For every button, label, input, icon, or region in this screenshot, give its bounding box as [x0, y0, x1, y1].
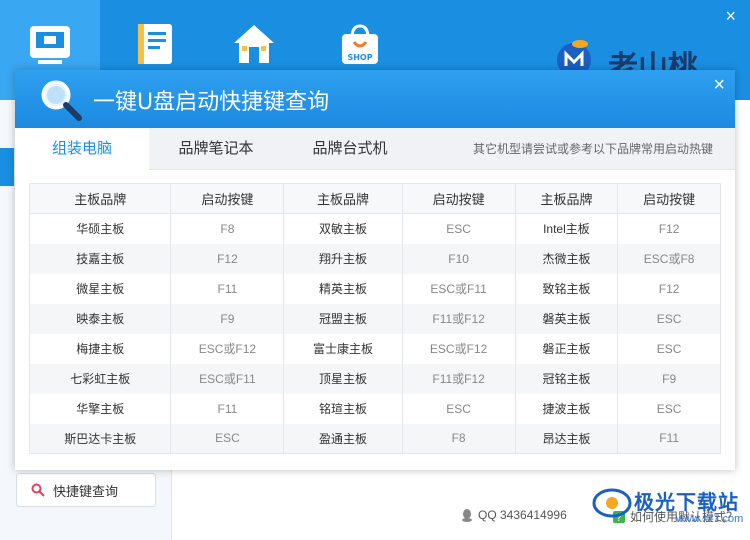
board-brand-cell: 致铭主板	[515, 273, 619, 304]
board-brand-cell: 捷波主板	[515, 393, 619, 424]
watermark: 极光下载站 www.xz7.com	[592, 486, 743, 525]
boot-key-cell: F11	[170, 273, 285, 304]
board-brand-cell: 盈通主板	[283, 423, 403, 454]
qq-penguin-icon	[462, 509, 472, 522]
boot-key-cell: F11	[617, 423, 721, 454]
qq-number: QQ 3436414996	[478, 508, 567, 522]
boot-key-cell: F12	[170, 243, 285, 274]
boot-key-cell: ESC或F11	[170, 363, 285, 394]
boot-key-cell: F9	[170, 303, 285, 334]
column-header: 主板品牌	[283, 183, 403, 214]
dialog-title: 一键U盘启动快捷键查询	[93, 90, 330, 115]
table-row: 映泰主板 F9 冠盟主板 F11或F12 磐英主板 ESC	[29, 303, 721, 334]
app-close-button[interactable]: ×	[725, 6, 736, 27]
board-brand-cell: 磐正主板	[515, 333, 619, 364]
board-brand-cell: 铭瑄主板	[283, 393, 403, 424]
column-header: 启动按键	[170, 183, 285, 214]
board-brand-cell: 七彩虹主板	[29, 363, 172, 394]
shop-icon[interactable]: SHOP	[338, 22, 382, 66]
board-brand-cell: 华擎主板	[29, 393, 172, 424]
tab-bar: 组装电脑 品牌笔记本 品牌台式机 其它机型请尝试或参考以下品牌常用启动热键	[15, 128, 735, 171]
table-row: 技嘉主板 F12 翔升主板 F10 杰微主板 ESC或F8	[29, 243, 721, 274]
book-icon[interactable]	[134, 22, 178, 66]
boot-key-cell: F12	[617, 213, 721, 244]
home-icon[interactable]	[232, 22, 276, 66]
sidebar-active-marker	[0, 148, 14, 186]
boot-key-cell: F11	[170, 393, 285, 424]
table-row: 斯巴达卡主板 ESC 盈通主板 F8 昂达主板 F11	[29, 423, 721, 454]
hotkey-table: 主板品牌 启动按键 主板品牌 启动按键 主板品牌 启动按键 华硕主板 F8 双敏…	[29, 183, 721, 454]
watermark-logo-icon	[592, 488, 632, 518]
boot-key-cell: F9	[617, 363, 721, 394]
tab-assembled-pc[interactable]: 组装电脑	[15, 128, 149, 171]
quick-key-lookup-label: 快捷键查询	[53, 483, 119, 499]
board-brand-cell: 冠盟主板	[283, 303, 403, 334]
tab-brand-desktop[interactable]: 品牌台式机	[283, 128, 417, 170]
column-header: 主板品牌	[29, 183, 172, 214]
table-row: 七彩虹主板 ESC或F11 顶星主板 F11或F12 冠铭主板 F9	[29, 363, 721, 394]
board-brand-cell: 双敏主板	[283, 213, 403, 244]
dialog-header: 一键U盘启动快捷键查询 ×	[15, 70, 735, 128]
boot-key-cell: F11或F12	[402, 363, 516, 394]
table-row: 华擎主板 F11 铭瑄主板 ESC 捷波主板 ESC	[29, 393, 721, 424]
boot-key-cell: ESC	[617, 303, 721, 334]
board-brand-cell: 斯巴达卡主板	[29, 423, 172, 454]
board-brand-cell: 杰微主板	[515, 243, 619, 274]
board-brand-cell: 顶星主板	[283, 363, 403, 394]
computer-icon[interactable]	[28, 22, 72, 66]
board-brand-cell: 冠铭主板	[515, 363, 619, 394]
board-brand-cell: 翔升主板	[283, 243, 403, 274]
table-row: 华硕主板 F8 双敏主板 ESC Intel主板 F12	[29, 213, 721, 244]
tab-hint: 其它机型请尝试或参考以下品牌常用启动热键	[472, 142, 713, 156]
shop-label: SHOP	[347, 53, 372, 62]
hotkey-lookup-dialog: 一键U盘启动快捷键查询 × 组装电脑 品牌笔记本 品牌台式机 其它机型请尝试或参…	[15, 70, 735, 470]
boot-key-cell: ESC或F8	[617, 243, 721, 274]
boot-key-cell: ESC	[617, 393, 721, 424]
board-brand-cell: 磐英主板	[515, 303, 619, 334]
search-icon	[31, 483, 45, 497]
boot-key-cell: F11或F12	[402, 303, 516, 334]
boot-key-cell: F10	[402, 243, 516, 274]
table-row: 微星主板 F11 精英主板 ESC或F11 致铭主板 F12	[29, 273, 721, 304]
board-brand-cell: Intel主板	[515, 213, 619, 244]
boot-key-cell: ESC	[617, 333, 721, 364]
boot-key-cell: ESC	[402, 393, 516, 424]
magnifier-icon	[41, 80, 82, 121]
board-brand-cell: 华硕主板	[29, 213, 172, 244]
boot-key-cell: F12	[617, 273, 721, 304]
board-brand-cell: 精英主板	[283, 273, 403, 304]
column-header: 主板品牌	[515, 183, 619, 214]
boot-key-cell: ESC或F12	[402, 333, 516, 364]
tab-brand-laptop[interactable]: 品牌笔记本	[149, 128, 283, 170]
board-brand-cell: 昂达主板	[515, 423, 619, 454]
board-brand-cell: 映泰主板	[29, 303, 172, 334]
qq-contact: QQ 3436414996	[460, 508, 567, 522]
boot-key-cell: ESC或F11	[402, 273, 516, 304]
boot-key-cell: F8	[170, 213, 285, 244]
board-brand-cell: 梅捷主板	[29, 333, 172, 364]
table-header-row: 主板品牌 启动按键 主板品牌 启动按键 主板品牌 启动按键	[29, 183, 721, 214]
boot-key-cell: ESC	[170, 423, 285, 454]
boot-key-cell: ESC或F12	[170, 333, 285, 364]
boot-key-cell: ESC	[402, 213, 516, 244]
board-brand-cell: 技嘉主板	[29, 243, 172, 274]
column-header: 启动按键	[617, 183, 721, 214]
boot-key-cell: F8	[402, 423, 516, 454]
board-brand-cell: 微星主板	[29, 273, 172, 304]
dialog-close-button[interactable]: ×	[713, 74, 725, 97]
board-brand-cell: 富士康主板	[283, 333, 403, 364]
quick-key-lookup-button[interactable]: 快捷键查询	[16, 473, 156, 507]
table-row: 梅捷主板 ESC或F12 富士康主板 ESC或F12 磐正主板 ESC	[29, 333, 721, 364]
column-header: 启动按键	[402, 183, 516, 214]
